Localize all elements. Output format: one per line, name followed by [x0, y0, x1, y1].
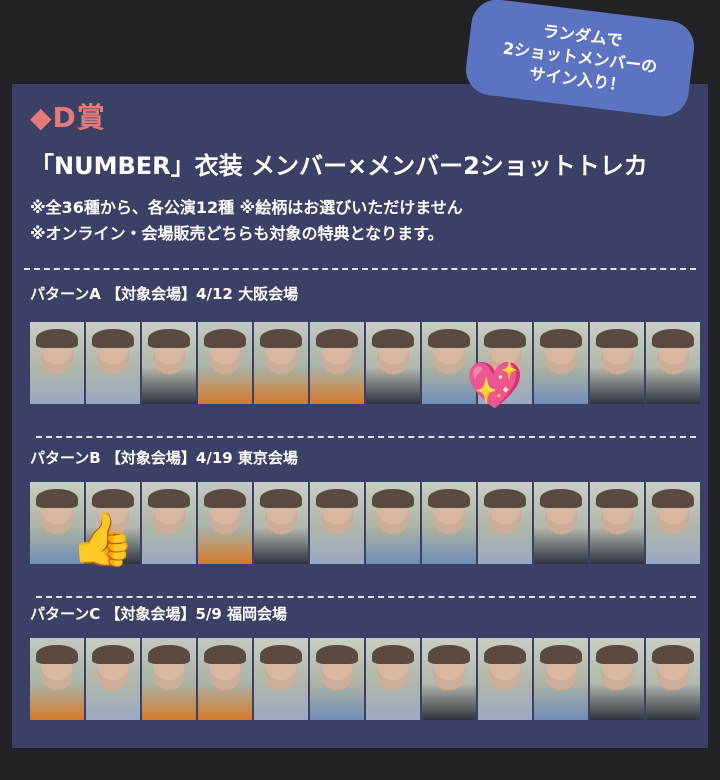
trading-card [422, 638, 476, 720]
trading-card [310, 638, 364, 720]
trading-card [590, 638, 644, 720]
trading-card [478, 638, 532, 720]
divider [24, 268, 696, 270]
pattern-a-label: パターンA 【対象会場】4/12 大阪会場 [30, 285, 299, 303]
sparkling-heart-icon: 💖 [466, 358, 524, 412]
trading-card [478, 482, 532, 564]
trading-card [590, 322, 644, 404]
note-line-1: ※全36種から、各公演12種 ※絵柄はお選びいただけません [30, 198, 463, 217]
trading-card [646, 638, 700, 720]
divider [36, 436, 696, 438]
trading-card [142, 638, 196, 720]
trading-card [366, 638, 420, 720]
note-line-2: ※オンライン・会場販売どちらも対象の特典となります。 [30, 224, 444, 243]
trading-card [30, 322, 84, 404]
divider [36, 596, 696, 598]
trading-card [366, 322, 420, 404]
trading-card [142, 322, 196, 404]
trading-card [86, 322, 140, 404]
prize-title: ◆D賞 [30, 101, 106, 134]
trading-card [198, 482, 252, 564]
trading-card [534, 322, 588, 404]
trading-card [366, 482, 420, 564]
trading-card [254, 482, 308, 564]
trading-card [310, 322, 364, 404]
trading-card [198, 322, 252, 404]
trading-card [254, 322, 308, 404]
trading-card [198, 638, 252, 720]
trading-card [142, 482, 196, 564]
trading-card [310, 482, 364, 564]
pattern-c-label: パターンC 【対象会場】5/9 福岡会場 [30, 605, 288, 623]
signature-callout-text: ランダムで 2ショットメンバーの サイン入り！ [501, 21, 659, 95]
thumbs-up-icon: 👍 [70, 510, 135, 570]
trading-card [646, 482, 700, 564]
trading-card [30, 638, 84, 720]
prize-subtitle: 「NUMBER」衣装 メンバー×メンバー2ショットトレカ [30, 152, 648, 180]
pattern-a-card-strip [30, 322, 700, 404]
trading-card [422, 482, 476, 564]
trading-card [254, 638, 308, 720]
trading-card [590, 482, 644, 564]
trading-card [534, 482, 588, 564]
trading-card [646, 322, 700, 404]
pattern-b-label: パターンB 【対象会場】4/19 東京会場 [30, 449, 298, 467]
trading-card [534, 638, 588, 720]
pattern-c-card-strip [30, 638, 700, 720]
trading-card [86, 638, 140, 720]
